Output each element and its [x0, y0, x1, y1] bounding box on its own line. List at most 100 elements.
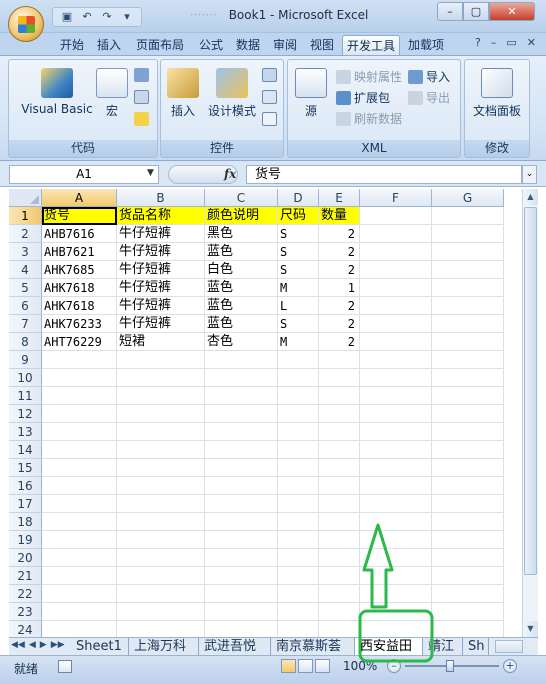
- table-cell[interactable]: [205, 441, 278, 459]
- table-cell[interactable]: 蓝色: [205, 279, 278, 297]
- table-cell[interactable]: [360, 225, 432, 243]
- table-cell[interactable]: [360, 549, 432, 567]
- customize-qat-icon[interactable]: ▾: [119, 10, 135, 24]
- table-cell[interactable]: [319, 459, 360, 477]
- document-panel-button[interactable]: 文档面板: [467, 68, 527, 119]
- table-cell[interactable]: [319, 531, 360, 549]
- sheet-tab[interactable]: 武进吾悦: [199, 638, 271, 655]
- horizontal-scroll-handle[interactable]: [495, 640, 523, 653]
- help-icon[interactable]: ?: [475, 36, 481, 49]
- table-cell[interactable]: [278, 603, 319, 621]
- table-cell[interactable]: [205, 459, 278, 477]
- name-box[interactable]: A1: [9, 165, 159, 184]
- table-cell[interactable]: [432, 279, 504, 297]
- table-cell[interactable]: [360, 405, 432, 423]
- table-cell[interactable]: [42, 495, 117, 513]
- table-cell[interactable]: [278, 549, 319, 567]
- zoom-in-icon[interactable]: +: [503, 659, 517, 673]
- record-macro-icon[interactable]: [134, 68, 149, 82]
- table-cell[interactable]: [319, 405, 360, 423]
- table-cell[interactable]: [432, 441, 504, 459]
- doc-restore-icon[interactable]: ▭: [506, 36, 516, 49]
- table-cell[interactable]: [432, 243, 504, 261]
- row-header[interactable]: 4: [9, 261, 42, 279]
- relative-reference-icon[interactable]: [134, 90, 149, 104]
- table-cell[interactable]: [278, 585, 319, 603]
- table-cell[interactable]: [360, 279, 432, 297]
- table-cell[interactable]: 蓝色: [205, 297, 278, 315]
- design-mode-button[interactable]: 设计模式: [205, 68, 259, 119]
- table-cell[interactable]: M: [278, 333, 319, 351]
- table-cell[interactable]: [278, 495, 319, 513]
- table-cell[interactable]: [360, 567, 432, 585]
- tab-page-layout[interactable]: 页面布局: [130, 35, 190, 55]
- redo-icon[interactable]: ↷: [99, 10, 115, 24]
- page-break-view-icon[interactable]: [315, 659, 330, 673]
- table-cell[interactable]: [319, 549, 360, 567]
- table-cell[interactable]: [432, 495, 504, 513]
- table-cell[interactable]: [117, 351, 205, 369]
- table-cell[interactable]: [205, 405, 278, 423]
- table-cell[interactable]: [117, 513, 205, 531]
- column-header[interactable]: A: [42, 189, 117, 207]
- table-cell[interactable]: 牛仔短裤: [117, 225, 205, 243]
- table-cell[interactable]: [42, 531, 117, 549]
- maximize-button[interactable]: ▢: [463, 2, 489, 21]
- table-cell[interactable]: [205, 531, 278, 549]
- table-cell[interactable]: [319, 585, 360, 603]
- table-cell[interactable]: [42, 459, 117, 477]
- table-cell[interactable]: 牛仔短裤: [117, 297, 205, 315]
- table-cell[interactable]: [42, 369, 117, 387]
- macro-security-icon[interactable]: [134, 112, 149, 126]
- table-cell[interactable]: 黑色: [205, 225, 278, 243]
- macro-button[interactable]: 宏: [95, 68, 129, 119]
- table-cell[interactable]: [432, 315, 504, 333]
- zoom-out-icon[interactable]: –: [387, 659, 401, 673]
- last-sheet-icon[interactable]: ▶▶: [51, 640, 65, 650]
- table-cell[interactable]: [205, 603, 278, 621]
- table-cell[interactable]: [360, 315, 432, 333]
- table-cell[interactable]: [319, 441, 360, 459]
- table-cell[interactable]: [360, 585, 432, 603]
- table-cell[interactable]: L: [278, 297, 319, 315]
- table-cell[interactable]: 2: [319, 261, 360, 279]
- table-cell[interactable]: [205, 567, 278, 585]
- row-header[interactable]: 6: [9, 297, 42, 315]
- table-cell[interactable]: [319, 621, 360, 637]
- row-header[interactable]: 21: [9, 567, 42, 585]
- row-header[interactable]: 17: [9, 495, 42, 513]
- refresh-data-button[interactable]: 刷新数据: [336, 110, 402, 128]
- table-cell[interactable]: [319, 495, 360, 513]
- tab-data[interactable]: 数据: [231, 35, 265, 55]
- table-cell[interactable]: [117, 423, 205, 441]
- table-cell[interactable]: [432, 567, 504, 585]
- table-cell[interactable]: [432, 387, 504, 405]
- tab-review[interactable]: 审阅: [268, 35, 302, 55]
- table-cell[interactable]: 牛仔短裤: [117, 315, 205, 333]
- table-cell[interactable]: [432, 423, 504, 441]
- table-cell[interactable]: 货号: [42, 207, 117, 225]
- scroll-down-icon[interactable]: ▼: [523, 621, 538, 637]
- table-cell[interactable]: [432, 549, 504, 567]
- table-cell[interactable]: [278, 387, 319, 405]
- table-cell[interactable]: AHT76229: [42, 333, 117, 351]
- row-header[interactable]: 12: [9, 405, 42, 423]
- zoom-slider-thumb[interactable]: [446, 660, 454, 672]
- table-cell[interactable]: [319, 369, 360, 387]
- table-cell[interactable]: 牛仔短裤: [117, 243, 205, 261]
- record-macro-status-icon[interactable]: [58, 660, 72, 673]
- table-cell[interactable]: 2: [319, 333, 360, 351]
- table-cell[interactable]: 2: [319, 225, 360, 243]
- table-cell[interactable]: [278, 567, 319, 585]
- vertical-scrollbar[interactable]: ▲ ▼: [522, 189, 538, 637]
- table-cell[interactable]: [360, 387, 432, 405]
- table-cell[interactable]: [278, 405, 319, 423]
- table-cell[interactable]: [42, 477, 117, 495]
- doc-close-icon[interactable]: ✕: [527, 36, 536, 49]
- table-cell[interactable]: [360, 459, 432, 477]
- table-cell[interactable]: S: [278, 261, 319, 279]
- table-cell[interactable]: [432, 207, 504, 225]
- table-cell[interactable]: [205, 369, 278, 387]
- xml-source-button[interactable]: 源: [294, 68, 328, 119]
- table-cell[interactable]: [117, 387, 205, 405]
